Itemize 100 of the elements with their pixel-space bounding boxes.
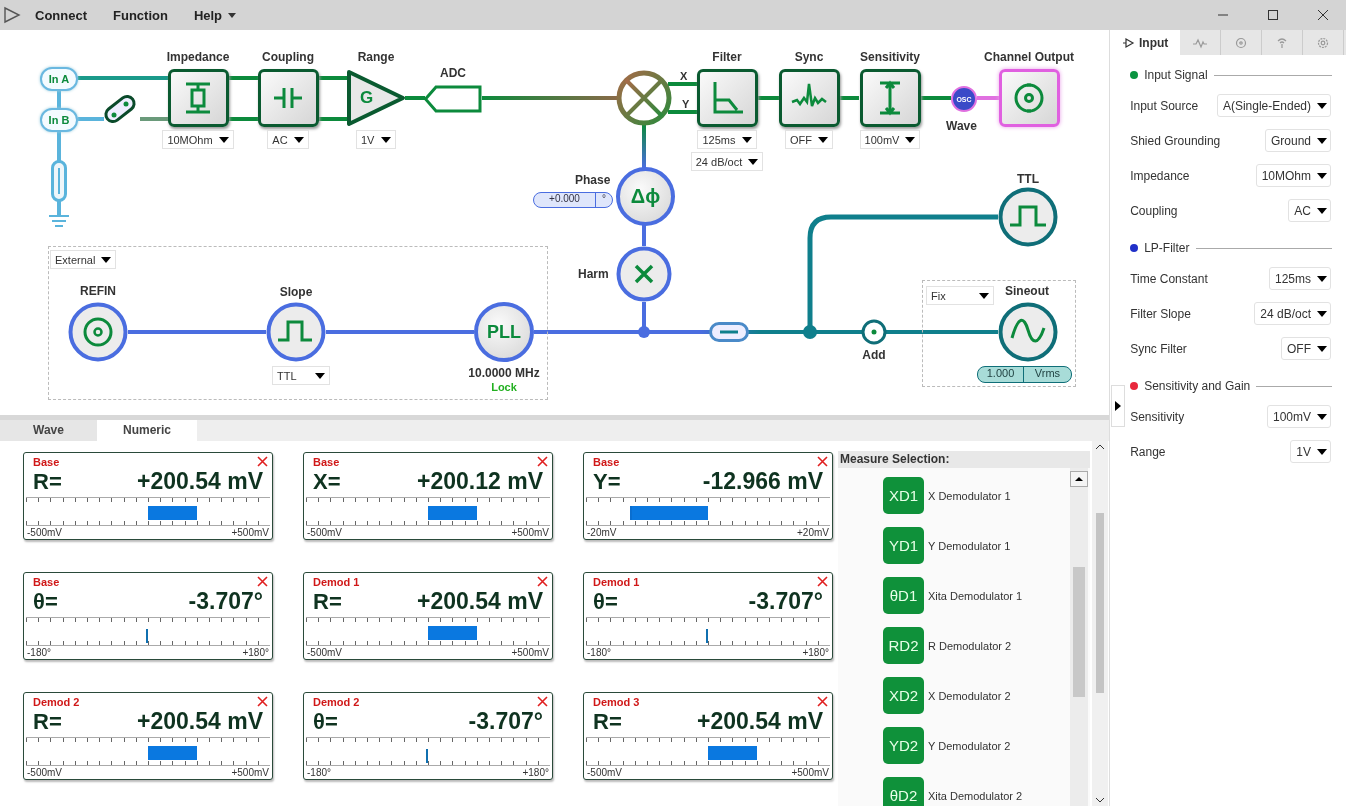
- mixer-icon[interactable]: [616, 70, 672, 126]
- sync-block[interactable]: [778, 69, 840, 127]
- dropdown[interactable]: 1V: [356, 130, 396, 149]
- sine-node[interactable]: [998, 302, 1058, 362]
- amplitude-field[interactable]: 1.000 Vrms: [977, 366, 1072, 383]
- input-port[interactable]: In A: [40, 67, 78, 91]
- coupling-block[interactable]: [257, 69, 319, 127]
- input-port[interactable]: In B: [40, 108, 78, 132]
- dropdown[interactable]: A(Single-Ended): [1216, 94, 1331, 117]
- measure-badge[interactable]: YD1: [883, 527, 924, 564]
- dropdown[interactable]: 125ms: [697, 130, 757, 149]
- dropdown[interactable]: 24 dB/oct: [690, 152, 764, 171]
- caret-icon: [1317, 102, 1327, 109]
- dropdown[interactable]: OFF: [785, 130, 833, 149]
- block-label: Range: [357, 50, 395, 64]
- close-icon[interactable]: [537, 456, 548, 468]
- dropdown[interactable]: AC: [267, 130, 309, 149]
- multiply-node[interactable]: [616, 246, 672, 302]
- scale-min-label: -180°: [587, 647, 611, 658]
- dropdown[interactable]: TTL: [272, 366, 330, 385]
- caret-icon: [381, 136, 391, 143]
- menu-item[interactable]: Function: [113, 7, 168, 23]
- meter-value: +200.54 mV: [697, 708, 823, 736]
- quantity-label: θ=: [33, 588, 58, 615]
- close-icon[interactable]: [1318, 10, 1328, 20]
- close-icon[interactable]: [817, 696, 828, 708]
- source-label: Demod 2: [33, 695, 80, 708]
- adc-block[interactable]: [424, 85, 482, 113]
- add-node[interactable]: [861, 319, 887, 345]
- caret-icon: [741, 136, 752, 143]
- sensitivity-block[interactable]: [859, 69, 921, 127]
- caret-icon: [1317, 448, 1327, 455]
- meter-value: +200.54 mV: [417, 588, 543, 616]
- view-tab[interactable]: Wave: [0, 420, 97, 441]
- lock-status: Lock: [491, 381, 517, 393]
- close-icon[interactable]: [817, 456, 828, 468]
- panel-tab[interactable]: Input: [1110, 30, 1181, 55]
- node-label: Add: [862, 348, 886, 362]
- dropdown[interactable]: External: [50, 250, 117, 269]
- close-icon[interactable]: [257, 576, 268, 588]
- phase-field[interactable]: +0.000 °: [533, 192, 613, 208]
- dropdown[interactable]: 1V: [1290, 440, 1331, 463]
- ttl-node[interactable]: [998, 187, 1058, 247]
- close-icon[interactable]: [817, 576, 828, 588]
- scroll-up-icon[interactable]: [1070, 471, 1088, 487]
- block-label: Sync: [794, 50, 824, 64]
- filter-block[interactable]: [696, 69, 758, 127]
- close-icon[interactable]: [537, 576, 548, 588]
- measure-badge[interactable]: YD2: [883, 727, 924, 764]
- impedance-block[interactable]: [167, 69, 229, 127]
- close-icon[interactable]: [537, 696, 548, 708]
- scale-min-label: -500mV: [27, 767, 62, 778]
- dropdown[interactable]: 100mV: [859, 130, 921, 149]
- close-icon[interactable]: [257, 456, 268, 468]
- slope-node[interactable]: [266, 302, 326, 362]
- block-label: Filter: [712, 50, 742, 64]
- caret-icon: [293, 136, 304, 143]
- refin-node[interactable]: [68, 302, 128, 362]
- gain-block[interactable]: G: [346, 69, 406, 127]
- dropdown[interactable]: 100mV: [1266, 405, 1331, 428]
- maximize-icon[interactable]: [1268, 10, 1278, 20]
- output-block[interactable]: [998, 69, 1060, 127]
- measure-label: Xita Demodulator 1: [928, 589, 1023, 602]
- measure-badge[interactable]: XD2: [883, 677, 924, 714]
- measure-label: R Demodulator 2: [928, 639, 1012, 652]
- measure-badge[interactable]: θD2: [883, 777, 924, 806]
- pll-node[interactable]: PLL: [474, 302, 534, 362]
- caret-icon: [748, 158, 759, 165]
- node-label: TTL: [1017, 172, 1039, 186]
- view-tab[interactable]: Numeric: [97, 420, 197, 441]
- measure-label: Y Demodulator 1: [928, 539, 1011, 552]
- meter-value: -12.966 mV: [702, 468, 823, 496]
- dropdown[interactable]: 24 dB/oct: [1254, 302, 1331, 325]
- menu-item[interactable]: Help: [193, 7, 237, 23]
- field-label: Coupling: [1130, 203, 1178, 218]
- scroll-thumb[interactable]: [1096, 513, 1104, 693]
- measure-badge[interactable]: RD2: [883, 627, 924, 664]
- dropdown[interactable]: OFF: [1281, 337, 1331, 360]
- caret-icon: [1317, 137, 1327, 144]
- dropdown[interactable]: 10MOhm: [162, 130, 234, 149]
- scrollbar[interactable]: [1092, 441, 1108, 806]
- close-icon[interactable]: [257, 696, 268, 708]
- quantity-label: θ=: [593, 588, 618, 615]
- node-label: Harm: [578, 267, 609, 281]
- dropdown[interactable]: Fix: [926, 286, 994, 305]
- scrollbar[interactable]: [1070, 468, 1088, 806]
- dropdown[interactable]: Ground: [1264, 129, 1331, 152]
- dropdown[interactable]: AC: [1288, 199, 1331, 222]
- caret-icon: [1317, 345, 1327, 352]
- measure-label: X Demodulator 1: [928, 489, 1011, 502]
- collapse-handle[interactable]: [1111, 385, 1126, 427]
- measure-badge[interactable]: θD1: [883, 577, 924, 614]
- phase-node[interactable]: Δϕ: [616, 167, 675, 226]
- dropdown[interactable]: 125ms: [1268, 267, 1331, 290]
- menu-item[interactable]: Connect: [35, 7, 87, 23]
- dc-block-icon[interactable]: [709, 322, 749, 342]
- dropdown[interactable]: 10MOhm: [1255, 164, 1331, 187]
- quantity-label: X=: [313, 468, 341, 495]
- quantity-label: R=: [593, 708, 622, 735]
- measure-badge[interactable]: XD1: [883, 477, 924, 514]
